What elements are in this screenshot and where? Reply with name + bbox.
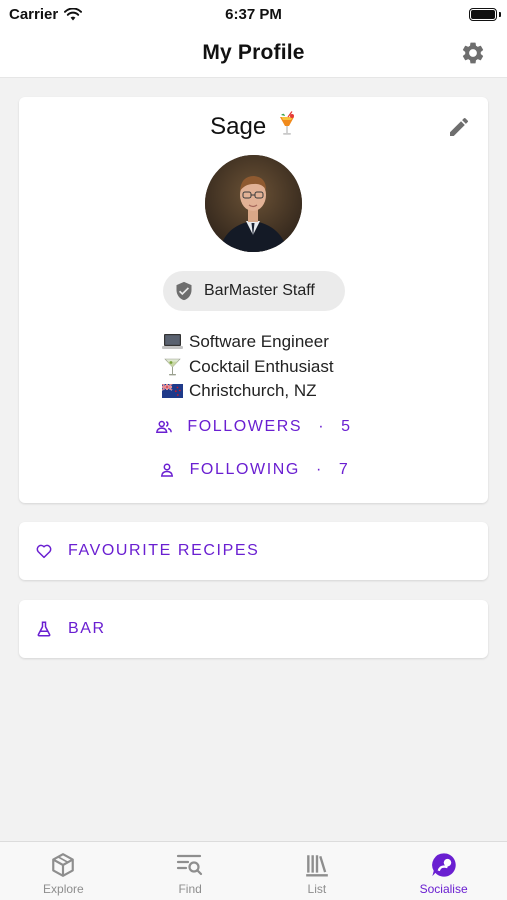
cocktail-glass-emoji [162, 358, 183, 376]
shield-icon [176, 281, 192, 301]
bio-line-interest: Cocktail Enthusiast [162, 355, 334, 380]
books-icon [303, 851, 331, 879]
clock: 6:37 PM [225, 6, 282, 23]
settings-button[interactable] [459, 39, 487, 67]
page-title: My Profile [202, 41, 305, 64]
bio-line-location: Christchurch, NZ [162, 379, 334, 404]
tropical-drink-icon [279, 111, 294, 135]
person-icon [160, 463, 173, 477]
cube-icon [49, 851, 77, 879]
tab-list[interactable]: List [254, 842, 381, 900]
tab-bar: Explore Find List Socialise [0, 841, 507, 900]
bio-line-occupation: Software Engineer [162, 330, 334, 355]
bio-text: Software Engineer [189, 332, 329, 351]
battery-icon [469, 8, 497, 21]
heart-icon [36, 544, 52, 559]
profile-name-row: Sage [19, 111, 488, 141]
profile-photo [205, 155, 302, 252]
staff-badge: BarMaster Staff [163, 271, 345, 311]
chat-bubble-icon [430, 851, 458, 879]
battery-tip [499, 12, 501, 17]
tab-explore[interactable]: Explore [0, 842, 127, 900]
bio-text: Cocktail Enthusiast [189, 356, 334, 376]
following-link[interactable]: FOLLOWING · 7 [19, 461, 488, 479]
profile-name: Sage [210, 113, 267, 140]
nav-bar: My Profile [0, 30, 507, 78]
people-icon [156, 420, 173, 433]
tab-socialise[interactable]: Socialise [380, 842, 507, 900]
following-label: FOLLOWING [189, 461, 300, 478]
gear-icon [462, 42, 484, 64]
followers-link[interactable]: FOLLOWERS · 5 [19, 418, 488, 436]
favourite-recipes-button[interactable]: FAVOURITE RECIPES [19, 522, 488, 580]
pencil-icon [450, 117, 469, 136]
flask-icon [37, 621, 51, 637]
tab-explore-label: Explore [43, 882, 84, 896]
tab-socialise-label: Socialise [419, 882, 468, 896]
tab-find[interactable]: Find [127, 842, 254, 900]
edit-profile-button[interactable] [446, 114, 472, 140]
bio-text: Christchurch, NZ [189, 381, 317, 400]
following-separator: · [315, 461, 323, 478]
tab-find-label: Find [178, 882, 202, 896]
followers-label: FOLLOWERS [187, 418, 303, 435]
avatar [205, 155, 302, 252]
staff-badge-label: BarMaster Staff [204, 282, 315, 299]
tab-list-label: List [307, 882, 327, 896]
favourite-recipes-label: FAVOURITE RECIPES [68, 542, 260, 559]
nz-flag-emoji [162, 382, 183, 400]
bar-button[interactable]: BAR [19, 600, 488, 658]
search-list-icon [176, 851, 204, 879]
followers-separator: · [318, 418, 326, 435]
followers-count: 5 [341, 418, 352, 435]
laptop-emoji [162, 333, 183, 351]
profile-card: Sage BarMaster Staff Software Engineer C… [19, 97, 488, 503]
status-bar: Carrier 6:37 PM [0, 0, 507, 30]
following-count: 7 [338, 461, 350, 478]
app-root: Carrier 6:37 PM My Profile Sage BarMaste… [0, 0, 507, 900]
bar-label: BAR [68, 620, 106, 637]
bio-list: Software Engineer Cocktail Enthusiast Ch… [162, 330, 334, 404]
